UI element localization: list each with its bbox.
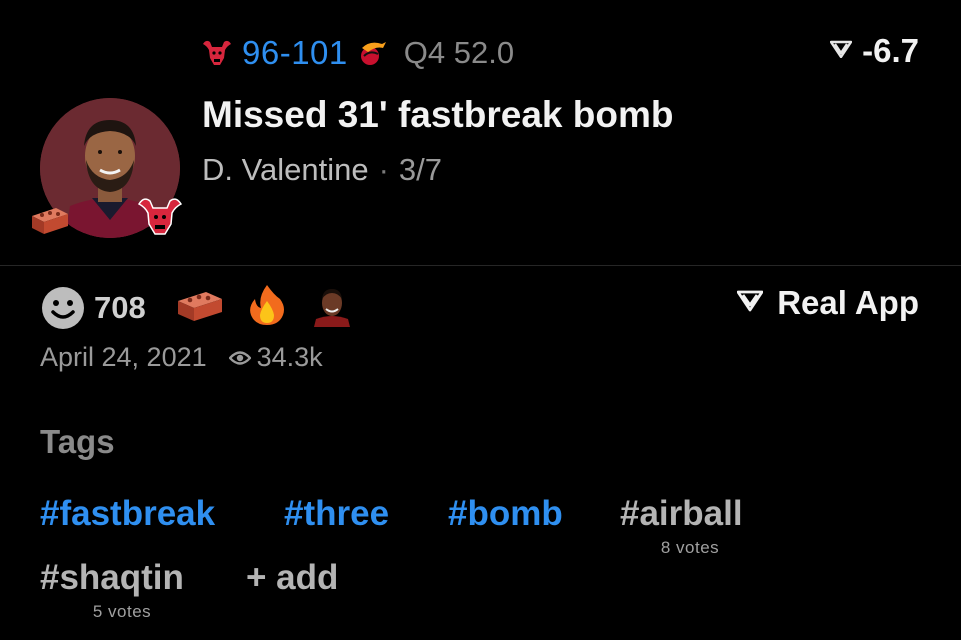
tag-shaqtin-votes: 5 votes xyxy=(92,602,152,621)
player-face-icon[interactable] xyxy=(310,283,354,332)
real-app-logo-icon xyxy=(829,40,853,63)
tag-three[interactable]: #three xyxy=(284,494,389,534)
tag-airball[interactable]: #airball xyxy=(620,494,743,534)
tag-shaqtin[interactable]: #shaqtin xyxy=(40,558,184,598)
real-app-label: Real App xyxy=(777,284,919,321)
eye-icon xyxy=(228,342,252,373)
tag-fastbreak[interactable]: #fastbreak xyxy=(40,494,215,534)
score-delta: -6.7 xyxy=(829,32,919,70)
real-app-logo-icon xyxy=(736,290,764,317)
brick-icon[interactable] xyxy=(176,287,224,328)
player-name[interactable]: D. Valentine xyxy=(202,152,369,188)
tags-heading: Tags xyxy=(40,423,115,460)
game-clock: Q4 52.0 xyxy=(403,35,515,70)
view-count-value: 34.3k xyxy=(256,342,323,372)
tag-bomb[interactable]: #bomb xyxy=(448,494,563,534)
reaction-count: 708 xyxy=(94,289,146,325)
divider xyxy=(0,265,961,266)
game-score-row[interactable]: 96-101 Q4 52.0 xyxy=(200,30,514,76)
play-title: Missed 31' fastbreak bomb xyxy=(202,94,674,135)
delta-value: -6.7 xyxy=(862,32,919,69)
real-app-link[interactable]: Real App xyxy=(736,284,919,322)
heat-logo-icon xyxy=(356,38,390,68)
meta-row: April 24, 2021 34.3k xyxy=(40,342,323,373)
reactions-row: 708 xyxy=(40,283,354,332)
brick-badge-icon xyxy=(30,204,70,236)
add-tag-button[interactable]: + add xyxy=(246,558,338,598)
play-subline: D. Valentine · 3/7 xyxy=(202,152,442,188)
post-date: April 24, 2021 xyxy=(40,342,207,372)
shot-count: 3/7 xyxy=(398,152,443,187)
view-count: 34.3k xyxy=(228,342,323,373)
tag-airball-votes: 8 votes xyxy=(660,538,720,557)
bulls-badge-icon xyxy=(136,196,184,238)
separator: · xyxy=(378,152,389,187)
fire-icon[interactable] xyxy=(246,283,288,332)
score: 96-101 xyxy=(242,34,348,71)
bulls-logo-icon xyxy=(200,38,234,68)
smiley-reaction-icon[interactable] xyxy=(40,285,86,331)
